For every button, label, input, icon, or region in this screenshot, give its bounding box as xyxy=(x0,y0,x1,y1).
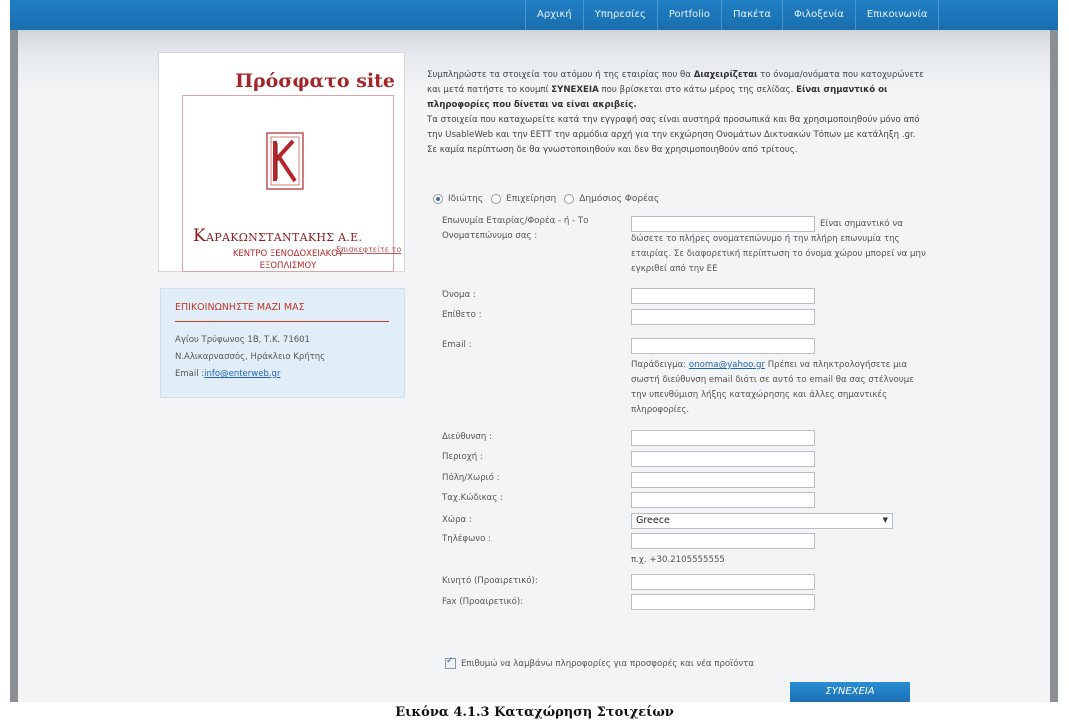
address-label: Διεύθυνση : xyxy=(442,432,492,442)
intro-paragraph-2: Τα στοιχεία που καταχωρείτε κατά την εγγ… xyxy=(427,115,920,140)
intro-paragraph-3: Σε καμία περίπτωση δε θα γνωστοποιηθούν … xyxy=(427,145,798,155)
recent-site-panel: Πρόσφατο site KΑΡΑΚΩΝΣΤΑΝΤΑΚΗΣ Α.Ε. ΚΕΝΤ… xyxy=(158,52,405,272)
mobile-label: Κινητό (Προαιρετικό): xyxy=(442,576,538,586)
region-label: Περιοχή : xyxy=(442,452,483,462)
region-input[interactable] xyxy=(631,451,815,467)
phone-hint: π.χ. +30.2105555555 xyxy=(631,555,725,565)
contact-city: Ν.Αλικαρνασσός, Ηράκλειο Κρήτης xyxy=(175,352,326,362)
company-tagline-2: ΕΞΟΠΛΙΣΜΟΥ xyxy=(259,261,317,271)
left-border xyxy=(10,30,18,720)
newsletter-label: Επιθυμώ να λαμβάνω πληροφορίες για προσφ… xyxy=(461,658,754,669)
main-nav: Αρχική Υπηρεσίες Portfolio Πακέτα Φιλοξε… xyxy=(525,0,940,30)
country-label: Χώρα : xyxy=(442,515,472,525)
first-name-label: Όνομα : xyxy=(442,290,476,300)
first-name-input[interactable] xyxy=(631,288,815,304)
top-nav-bar: Αρχική Υπηρεσίες Portfolio Πακέτα Φιλοξε… xyxy=(10,0,1058,30)
newsletter-row: Επιθυμώ να λαμβάνω πληροφορίες για προσφ… xyxy=(445,656,754,669)
company-name: KΑΡΑΚΩΝΣΤΑΝΤΑΚΗΣ Α.Ε. xyxy=(193,226,393,246)
company-name-input[interactable] xyxy=(631,216,815,232)
company-label-2: Ονοματεπώνυμο σας : xyxy=(442,231,538,241)
entity-type-radio-group: Ιδιώτης Επιχείρηση Δημόσιος Φορέας xyxy=(433,194,667,204)
nav-item-services[interactable]: Υπηρεσίες xyxy=(584,0,658,30)
country-selected-value: Greece xyxy=(636,515,670,526)
visit-link[interactable]: Επισκεφτείτε το xyxy=(336,245,401,254)
intro-text-span: που βρίσκεται στο κάτω μέρος της σελίδας… xyxy=(598,85,797,95)
address-input[interactable] xyxy=(631,430,815,446)
fax-label: Fax (Προαιρετικό): xyxy=(442,597,524,607)
nav-item-packages[interactable]: Πακέτα xyxy=(722,0,783,30)
figure-caption: Εικόνα 4.1.3 Καταχώρηση Στοιχείων xyxy=(0,702,1069,720)
intro-bold: Διαχειρίζεται xyxy=(693,70,758,80)
nav-item-hosting[interactable]: Φιλοξενία xyxy=(783,0,856,30)
radio-public-body[interactable]: Δημόσιος Φορέας xyxy=(564,194,659,204)
last-name-input[interactable] xyxy=(631,309,815,325)
radio-individual-label: Ιδιώτης xyxy=(448,194,484,204)
phone-label: Τηλέφωνο : xyxy=(442,534,491,544)
company-logo-icon xyxy=(266,132,304,190)
recent-site-title: Πρόσφατο site xyxy=(235,70,395,92)
last-name-label: Επίθετο : xyxy=(442,310,482,320)
nav-item-portfolio[interactable]: Portfolio xyxy=(658,0,722,30)
right-border xyxy=(1050,30,1058,720)
contact-box: ΕΠΙΚΟΙΝΩΝΗΣΤΕ ΜΑΖΙ ΜΑΣ Αγίου Τρύφωνος 1Β… xyxy=(160,288,405,398)
zip-input[interactable] xyxy=(631,492,815,508)
company-name-rest: ΑΡΑΚΩΝΣΤΑΝΤΑΚΗΣ Α.Ε. xyxy=(206,231,363,244)
contact-divider xyxy=(175,321,389,322)
company-label-1: Επωνυμία Εταιρίας/Φορέα - ή - Το xyxy=(442,216,589,226)
contact-email-row: Email :info@enterweb.gr xyxy=(175,369,280,379)
intro-text-span: Συμπληρώστε τα στοιχεία του ατόμου ή της… xyxy=(427,70,694,80)
email-note-text: Παράδειγμα: xyxy=(631,360,689,370)
radio-business[interactable]: Επιχείρηση xyxy=(491,194,556,204)
email-note: Παράδειγμα: onoma@yahoo.gr Πρέπει να πλη… xyxy=(631,358,926,418)
intro-paragraph-1: Συμπληρώστε τα στοιχεία του ατόμου ή της… xyxy=(427,68,927,113)
contact-address: Αγίου Τρύφωνος 1Β, Τ.Κ. 71601 xyxy=(175,335,310,345)
company-note: δώσετε το πλήρες ονοματεπώνυμο ή την πλή… xyxy=(631,234,926,274)
contact-email-label: Email : xyxy=(175,369,205,379)
dropdown-arrow-icon: ▼ xyxy=(882,516,888,524)
radio-business-dot[interactable] xyxy=(491,194,502,204)
newsletter-checkbox[interactable] xyxy=(445,656,456,669)
intro-text: Συμπληρώστε τα στοιχεία του ατόμου ή της… xyxy=(427,68,927,158)
intro-bold: ΣΥΝΕΧΕΙΑ xyxy=(551,85,599,95)
radio-business-label: Επιχείρηση xyxy=(506,194,557,204)
continue-button[interactable]: ΣΥΝΕΧΕΙΑ xyxy=(790,682,910,702)
company-initial: K xyxy=(193,226,207,246)
city-label: Πόλη/Χωριό : xyxy=(442,473,500,483)
radio-individual-dot[interactable] xyxy=(433,194,443,204)
radio-individual[interactable]: Ιδιώτης xyxy=(433,194,483,204)
contact-title: ΕΠΙΚΟΙΝΩΝΗΣΤΕ ΜΑΖΙ ΜΑΣ xyxy=(175,302,305,313)
contact-email-link[interactable]: info@enterweb.gr xyxy=(204,369,280,379)
radio-public-body-label: Δημόσιος Φορέας xyxy=(579,194,660,204)
email-input[interactable] xyxy=(631,338,815,354)
nav-item-contact[interactable]: Επικοινωνία xyxy=(856,0,940,30)
radio-public-body-dot[interactable] xyxy=(564,194,575,204)
email-label: Email : xyxy=(442,340,472,350)
phone-input[interactable] xyxy=(631,533,815,549)
mobile-input[interactable] xyxy=(631,574,815,590)
company-note-start: Είναι σημαντικό να xyxy=(820,219,903,229)
nav-item-home[interactable]: Αρχική xyxy=(525,0,584,30)
fax-input[interactable] xyxy=(631,594,815,610)
email-example-link[interactable]: onoma@yahoo.gr xyxy=(689,360,765,370)
zip-label: Ταχ.Κώδικας : xyxy=(442,493,504,503)
city-input[interactable] xyxy=(631,472,815,488)
country-select[interactable]: Greece ▼ xyxy=(631,513,893,529)
